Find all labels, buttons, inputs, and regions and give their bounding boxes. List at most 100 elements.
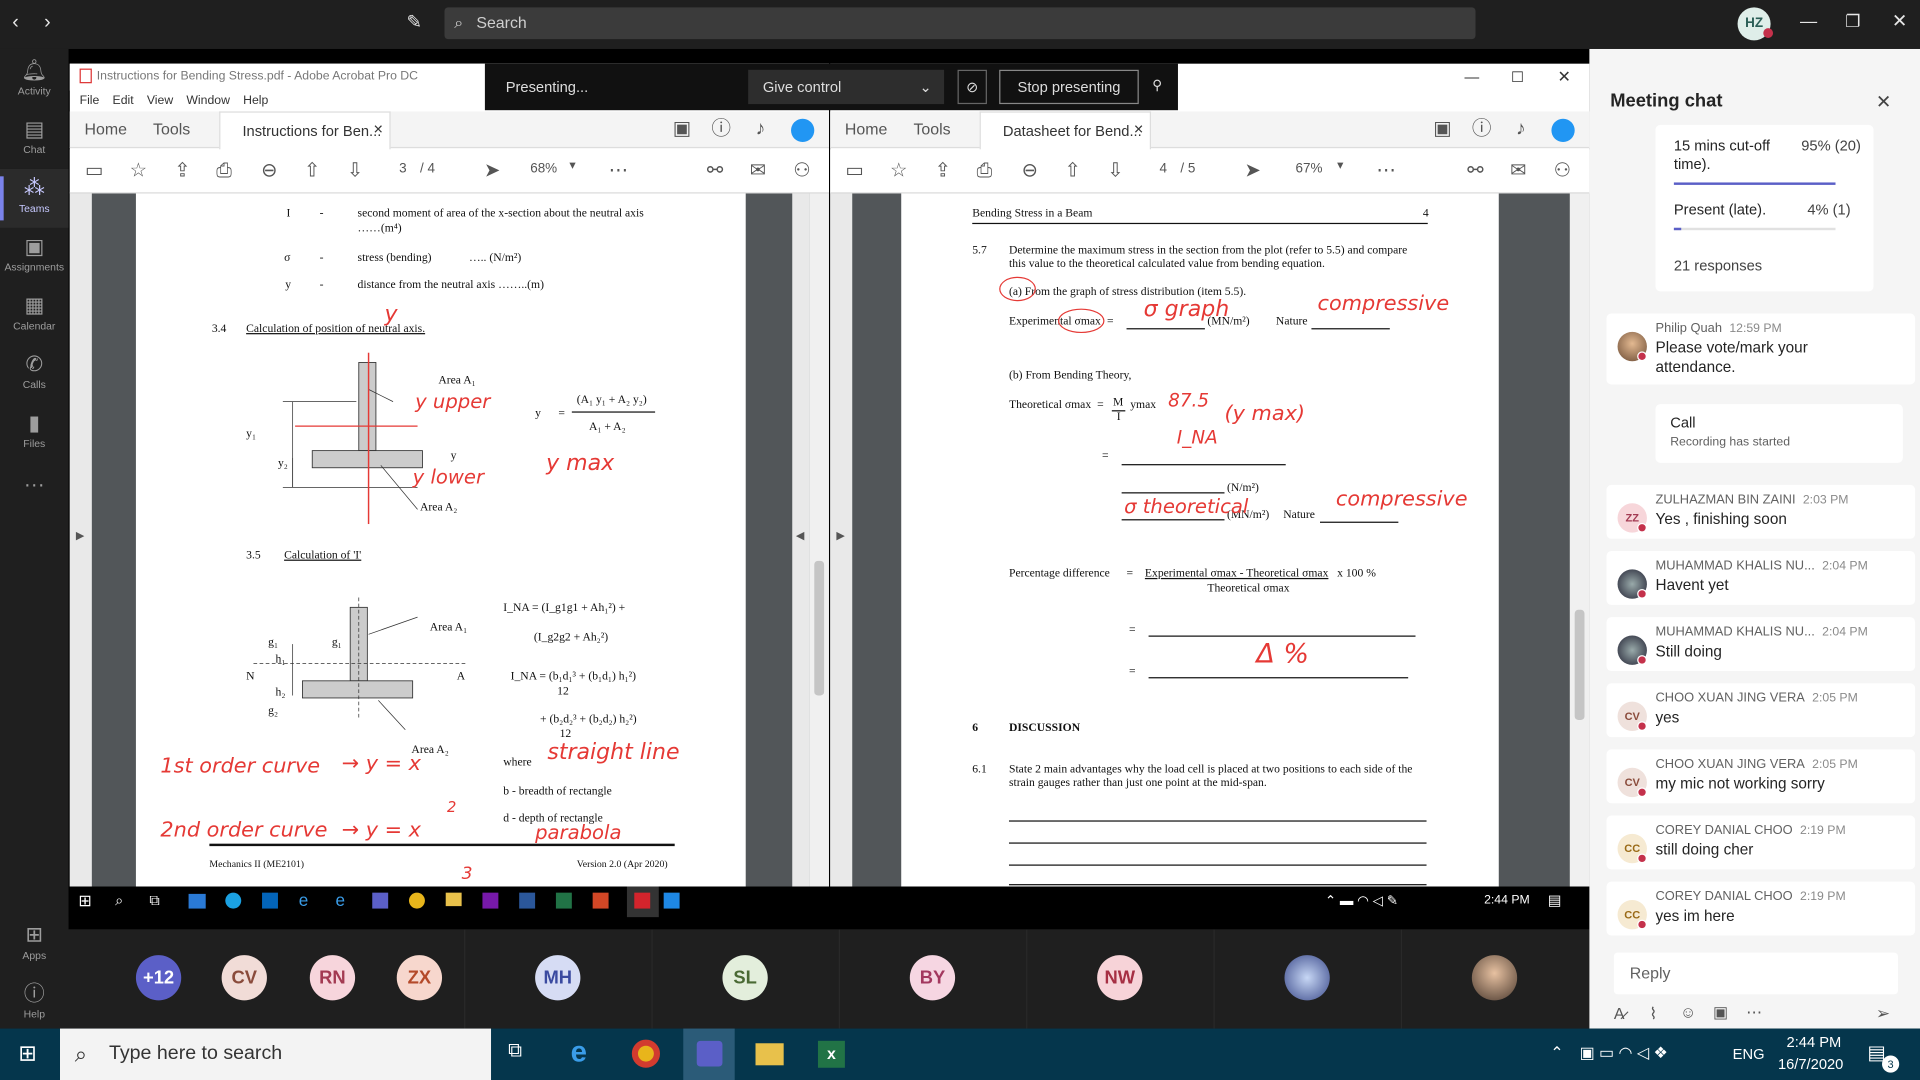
- upload-icon[interactable]: ⇪: [931, 159, 955, 183]
- zoom-level[interactable]: 68%: [530, 162, 557, 177]
- rail-help[interactable]: ⓘ Help: [0, 975, 69, 1034]
- task-view-icon[interactable]: ⧉: [508, 1041, 522, 1063]
- windows-start-icon[interactable]: ⊞: [18, 1041, 36, 1067]
- mail-icon[interactable]: ✉: [1506, 159, 1530, 183]
- more-icon[interactable]: ⋯: [1374, 159, 1398, 183]
- attach-icon[interactable]: ⌇: [1649, 1004, 1657, 1024]
- profile-icon[interactable]: [1551, 118, 1575, 143]
- scrollbar[interactable]: [1569, 193, 1590, 887]
- close-icon[interactable]: ✕: [1876, 91, 1891, 113]
- zoom-level[interactable]: 67%: [1296, 162, 1323, 177]
- participant-tile[interactable]: NW: [1027, 929, 1214, 1029]
- page-up-icon[interactable]: ⇧: [1060, 159, 1084, 183]
- rail-teams[interactable]: ⁂ Teams: [0, 168, 69, 228]
- menu-help[interactable]: Help: [243, 94, 268, 107]
- chrome-icon[interactable]: [631, 1039, 661, 1068]
- rail-more[interactable]: ···: [0, 465, 69, 502]
- rail-calendar[interactable]: ▦ Calendar: [0, 287, 69, 346]
- pin-toolbar-button[interactable]: ⊘: [957, 69, 987, 105]
- participant-tile[interactable]: BY: [840, 929, 1027, 1029]
- participant-tile[interactable]: +12 CV RN ZX: [68, 929, 465, 1029]
- menu-window[interactable]: Window: [186, 94, 230, 107]
- menu-view[interactable]: View: [147, 94, 173, 107]
- rail-chat[interactable]: ▤ Chat: [0, 110, 69, 169]
- comment-icon[interactable]: ▣: [670, 118, 694, 142]
- chevron-down-icon[interactable]: ▾: [569, 159, 575, 172]
- add-user-icon[interactable]: ⚇: [1550, 159, 1574, 183]
- reply-input[interactable]: Reply: [1613, 952, 1898, 995]
- close-tab-icon[interactable]: ✕: [373, 113, 383, 150]
- upload-icon[interactable]: ⇪: [170, 159, 194, 183]
- page-down-icon[interactable]: ⇩: [1103, 159, 1127, 183]
- comment-icon[interactable]: ▣: [1430, 118, 1454, 142]
- menu-file[interactable]: File: [80, 94, 100, 107]
- close-tab-icon[interactable]: ✕: [1133, 113, 1143, 150]
- menu-edit[interactable]: Edit: [113, 94, 134, 107]
- participant-tile[interactable]: MH: [465, 929, 652, 1029]
- help-icon[interactable]: ⓘ: [709, 118, 733, 142]
- search-input[interactable]: ⌕ Search: [444, 7, 1476, 40]
- profile-icon[interactable]: [791, 118, 815, 143]
- zoom-out-icon[interactable]: ⊖: [1018, 159, 1042, 183]
- help-icon[interactable]: ⓘ: [1469, 118, 1493, 142]
- link-icon[interactable]: ⚯: [1463, 159, 1487, 183]
- sticker-icon[interactable]: ▣: [1713, 1003, 1728, 1023]
- zoom-out-icon[interactable]: ⊖: [257, 159, 281, 183]
- teams-taskbar-button[interactable]: [683, 1028, 735, 1080]
- chevron-down-icon[interactable]: ▾: [1337, 159, 1343, 172]
- scroll-thumb[interactable]: [814, 560, 825, 696]
- maximize-icon[interactable]: ☐: [1511, 69, 1524, 86]
- pin-icon[interactable]: ⚲: [1152, 77, 1162, 93]
- page-up-icon[interactable]: ⇧: [300, 159, 324, 183]
- tab-document[interactable]: Datasheet for Bend... ✕: [979, 111, 1152, 150]
- clock-time[interactable]: 2:44 PM: [1787, 1033, 1842, 1050]
- back-icon[interactable]: ‹: [12, 12, 19, 34]
- compose-icon[interactable]: ✎: [407, 11, 422, 33]
- right-panel-toggle[interactable]: ◀: [792, 193, 810, 887]
- tab-home[interactable]: Home: [845, 111, 887, 148]
- participant-tile[interactable]: [1214, 929, 1401, 1029]
- page-number-input[interactable]: 4: [1151, 162, 1175, 177]
- tab-tools[interactable]: Tools: [913, 111, 950, 148]
- cursor-icon[interactable]: ➤: [480, 159, 504, 183]
- bell-icon[interactable]: ♪: [748, 118, 772, 142]
- minimize-icon[interactable]: —: [1464, 69, 1479, 86]
- language-indicator[interactable]: ENG: [1733, 1046, 1765, 1063]
- bell-icon[interactable]: ♪: [1509, 118, 1533, 142]
- rail-files[interactable]: ▮ Files: [0, 404, 69, 463]
- close-icon[interactable]: ✕: [1892, 10, 1907, 32]
- print-icon[interactable]: ⎙: [212, 159, 236, 183]
- rail-activity[interactable]: 🔔︎ Activity: [0, 51, 69, 110]
- star-icon[interactable]: ☆: [887, 159, 911, 183]
- stop-presenting-button[interactable]: Stop presenting: [999, 69, 1139, 105]
- scrollbar[interactable]: [809, 193, 829, 887]
- cursor-icon[interactable]: ➤: [1240, 159, 1264, 183]
- participant-tile[interactable]: [1402, 929, 1590, 1029]
- excel-icon[interactable]: x: [817, 1040, 845, 1068]
- more-icon[interactable]: ⋯: [1746, 1003, 1762, 1023]
- taskbar-search-input[interactable]: ⌕ Type here to search: [60, 1028, 492, 1080]
- overflow-avatar[interactable]: +12: [135, 955, 182, 1001]
- tray-chevron-icon[interactable]: ⌃: [1550, 1043, 1563, 1063]
- forward-icon[interactable]: ›: [44, 12, 51, 34]
- emoji-icon[interactable]: ☺: [1680, 1003, 1696, 1021]
- page-number-input[interactable]: 3: [391, 162, 415, 177]
- send-icon[interactable]: ➢: [1876, 1003, 1890, 1024]
- close-icon[interactable]: ✕: [1558, 67, 1571, 87]
- more-icon[interactable]: ⋯: [606, 159, 630, 183]
- minimize-icon[interactable]: —: [1800, 11, 1817, 31]
- participant-tile[interactable]: SL: [652, 929, 839, 1029]
- mail-icon[interactable]: ✉: [746, 159, 770, 183]
- save-icon[interactable]: ▭: [82, 159, 106, 183]
- rail-calls[interactable]: ✆ Calls: [0, 345, 69, 404]
- page-down-icon[interactable]: ⇩: [343, 159, 367, 183]
- left-panel-toggle[interactable]: ▶: [69, 193, 92, 887]
- tab-document[interactable]: Instructions for Ben... ✕: [219, 111, 391, 150]
- give-control-dropdown[interactable]: Give control ⌄: [748, 69, 945, 105]
- tab-tools[interactable]: Tools: [153, 111, 190, 148]
- folder-icon[interactable]: [755, 1043, 784, 1066]
- left-panel-toggle[interactable]: ▶: [830, 193, 853, 887]
- edge-icon[interactable]: e: [571, 1036, 587, 1070]
- clock-date[interactable]: 16/7/2020: [1778, 1056, 1843, 1073]
- print-icon[interactable]: ⎙: [972, 159, 996, 183]
